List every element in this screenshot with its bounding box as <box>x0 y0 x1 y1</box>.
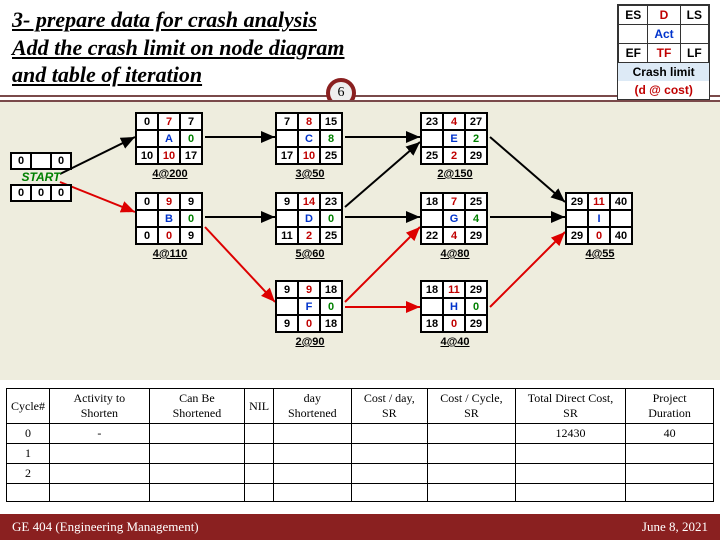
footer: GE 404 (Engineering Management) June 8, … <box>0 514 720 540</box>
node-start: 00 START 000 <box>10 152 72 202</box>
node-F: 9918 F0 9018 <box>275 280 343 333</box>
footer-date: June 8, 2021 <box>642 514 708 540</box>
cost-I: 4@55 <box>565 248 635 260</box>
node-H: 181129 H0 18029 <box>420 280 488 333</box>
cost-A: 4@200 <box>135 168 205 180</box>
cost-G: 4@80 <box>420 248 490 260</box>
cost-D: 5@60 <box>275 248 345 260</box>
node-I: 291140 I 29040 <box>565 192 633 245</box>
cost-C: 3@50 <box>275 168 345 180</box>
node-C: 7815 C8 171025 <box>275 112 343 165</box>
cost-E: 2@150 <box>420 168 490 180</box>
slide-title: 3- prepare data for crash analysis Add t… <box>0 0 720 97</box>
cost-H: 4@40 <box>420 336 490 348</box>
iteration-table: Cycle#Activity to ShortenCan Be Shortene… <box>6 388 714 502</box>
cost-B: 4@110 <box>135 248 205 260</box>
node-G: 18725 G4 22429 <box>420 192 488 245</box>
network-diagram: 00 START 000 077 A0 101017 4@200 099 B0 … <box>0 100 720 380</box>
node-legend: ESDLS Act EFTFLF Crash limit (d @ cost) <box>617 4 710 100</box>
table-row: 0- 1243040 <box>7 424 714 444</box>
node-E: 23427 E2 25229 <box>420 112 488 165</box>
cost-F: 2@90 <box>275 336 345 348</box>
table-row: 2 <box>7 464 714 484</box>
node-A: 077 A0 101017 <box>135 112 203 165</box>
footer-left: GE 404 (Engineering Management) <box>12 519 199 534</box>
node-B: 099 B0 009 <box>135 192 203 245</box>
table-row: 1 <box>7 444 714 464</box>
node-D: 91423 D0 11225 <box>275 192 343 245</box>
